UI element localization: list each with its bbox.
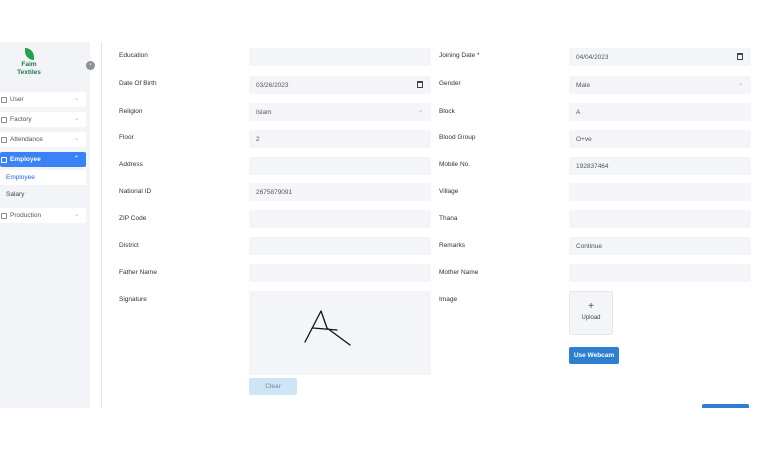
blood-group-field[interactable]: O+ve xyxy=(569,130,751,148)
address-label: Address xyxy=(119,161,143,168)
plus-icon: + xyxy=(588,301,594,312)
submit-button[interactable] xyxy=(702,404,749,408)
sidebar-item-label: Attendance xyxy=(10,136,43,143)
remarks-field[interactable]: Continue xyxy=(569,237,751,255)
chevron-down-icon: ⌄ xyxy=(737,81,743,87)
blood-group-value: O+ve xyxy=(576,135,592,143)
dob-value: 03/26/2023 xyxy=(256,81,289,89)
use-webcam-button[interactable]: Use Webcam xyxy=(569,347,619,364)
chevron-down-icon: ⌄ xyxy=(73,96,79,102)
signature-drawing xyxy=(304,310,351,346)
brand-line2: Textiles xyxy=(17,69,41,76)
employee-icon xyxy=(1,156,7,163)
remarks-value: Continue xyxy=(576,242,603,250)
sidebar-item-factory[interactable]: Factory ⌄ xyxy=(0,112,86,127)
calendar-icon[interactable] xyxy=(737,53,743,60)
sidebar-item-label: Production xyxy=(10,212,42,219)
user-icon xyxy=(1,96,7,103)
sidebar-item-employee[interactable]: Employee ⌃ xyxy=(0,152,86,167)
religion-select[interactable]: Islam ⌄ xyxy=(249,103,431,121)
chevron-down-icon: ⌄ xyxy=(73,212,79,218)
village-label: Village xyxy=(439,188,459,195)
sidebar-item-user[interactable]: User ⌄ xyxy=(0,92,86,107)
floor-value: 2 xyxy=(256,135,260,143)
company-logo: Faim Textiles xyxy=(14,48,44,80)
mobile-label: Mobile No. xyxy=(439,161,471,168)
attendance-icon xyxy=(1,136,7,143)
blood-group-label: Blood Group xyxy=(439,134,476,141)
submenu-item-label: Salary xyxy=(6,191,25,198)
chevron-down-icon: ⌄ xyxy=(417,108,423,114)
village-field[interactable] xyxy=(569,183,751,201)
sidebar-divider xyxy=(101,42,102,408)
sidebar-item-label: Employee xyxy=(10,156,41,163)
gender-value: Male xyxy=(576,81,591,89)
chevron-down-icon: ⌄ xyxy=(73,136,79,142)
submenu-item-salary[interactable]: Salary xyxy=(0,187,86,202)
image-upload-button[interactable]: + Upload xyxy=(569,291,613,335)
joining-date-label: Joining Date * xyxy=(439,52,480,59)
zip-field[interactable] xyxy=(249,210,431,228)
sidebar-item-attendance[interactable]: Attendance ⌄ xyxy=(0,132,86,147)
mobile-field[interactable]: 192837464 xyxy=(569,157,751,175)
floor-field[interactable]: 2 xyxy=(249,130,431,148)
sidebar-item-label: User xyxy=(10,96,24,103)
image-label: Image xyxy=(439,296,458,303)
national-id-label: National ID xyxy=(119,188,152,195)
thana-label: Thana xyxy=(439,215,458,222)
block-value: A xyxy=(576,108,581,116)
clear-signature-button[interactable]: Clear xyxy=(249,378,297,395)
joining-date-field[interactable]: 04/04/2023 xyxy=(569,48,751,66)
district-label: District xyxy=(119,242,139,249)
block-field[interactable]: A xyxy=(569,103,751,121)
gender-label: Gender xyxy=(439,80,461,87)
upload-label: Upload xyxy=(581,315,601,321)
mother-name-label: Mother Name xyxy=(439,269,479,276)
gender-select[interactable]: Male ⌄ xyxy=(569,76,751,94)
mother-name-field[interactable] xyxy=(569,264,751,282)
calendar-icon[interactable] xyxy=(417,81,423,88)
religion-label: Religion xyxy=(119,108,143,115)
dob-field[interactable]: 03/26/2023 xyxy=(249,76,431,94)
collapse-sidebar-button[interactable]: ‹ xyxy=(86,61,95,70)
block-label: Block xyxy=(439,108,455,115)
factory-icon xyxy=(1,116,7,123)
sidebar-item-label: Factory xyxy=(10,116,32,123)
leaf-icon xyxy=(24,48,34,60)
father-name-label: Father Name xyxy=(119,269,157,276)
brand-line1: Faim xyxy=(21,61,37,68)
remarks-label: Remarks xyxy=(439,242,466,249)
education-field[interactable] xyxy=(249,48,431,66)
chevron-up-icon: ⌃ xyxy=(73,156,79,162)
signature-pad[interactable] xyxy=(249,291,431,375)
submenu-item-employee[interactable]: Employee xyxy=(0,170,86,185)
address-field[interactable] xyxy=(249,157,431,175)
father-name-field[interactable] xyxy=(249,264,431,282)
education-label: Education xyxy=(119,52,148,59)
chevron-down-icon: ⌄ xyxy=(73,116,79,122)
submenu-item-label: Employee xyxy=(6,174,35,181)
chevron-left-icon: ‹ xyxy=(89,62,92,68)
sidebar-item-production[interactable]: Production ⌄ xyxy=(0,208,86,223)
religion-value: Islam xyxy=(256,108,272,116)
national-id-field[interactable]: 2675879091 xyxy=(249,183,431,201)
zip-label: ZIP Code xyxy=(119,215,147,222)
signature-label: Signature xyxy=(119,296,147,303)
dob-label: Date Of Birth xyxy=(119,80,157,87)
national-id-value: 2675879091 xyxy=(256,188,293,196)
floor-label: Floor xyxy=(119,134,134,141)
production-icon xyxy=(1,212,7,219)
joining-date-value: 04/04/2023 xyxy=(576,53,609,61)
district-field[interactable] xyxy=(249,237,431,255)
thana-field[interactable] xyxy=(569,210,751,228)
mobile-value: 192837464 xyxy=(576,162,609,170)
